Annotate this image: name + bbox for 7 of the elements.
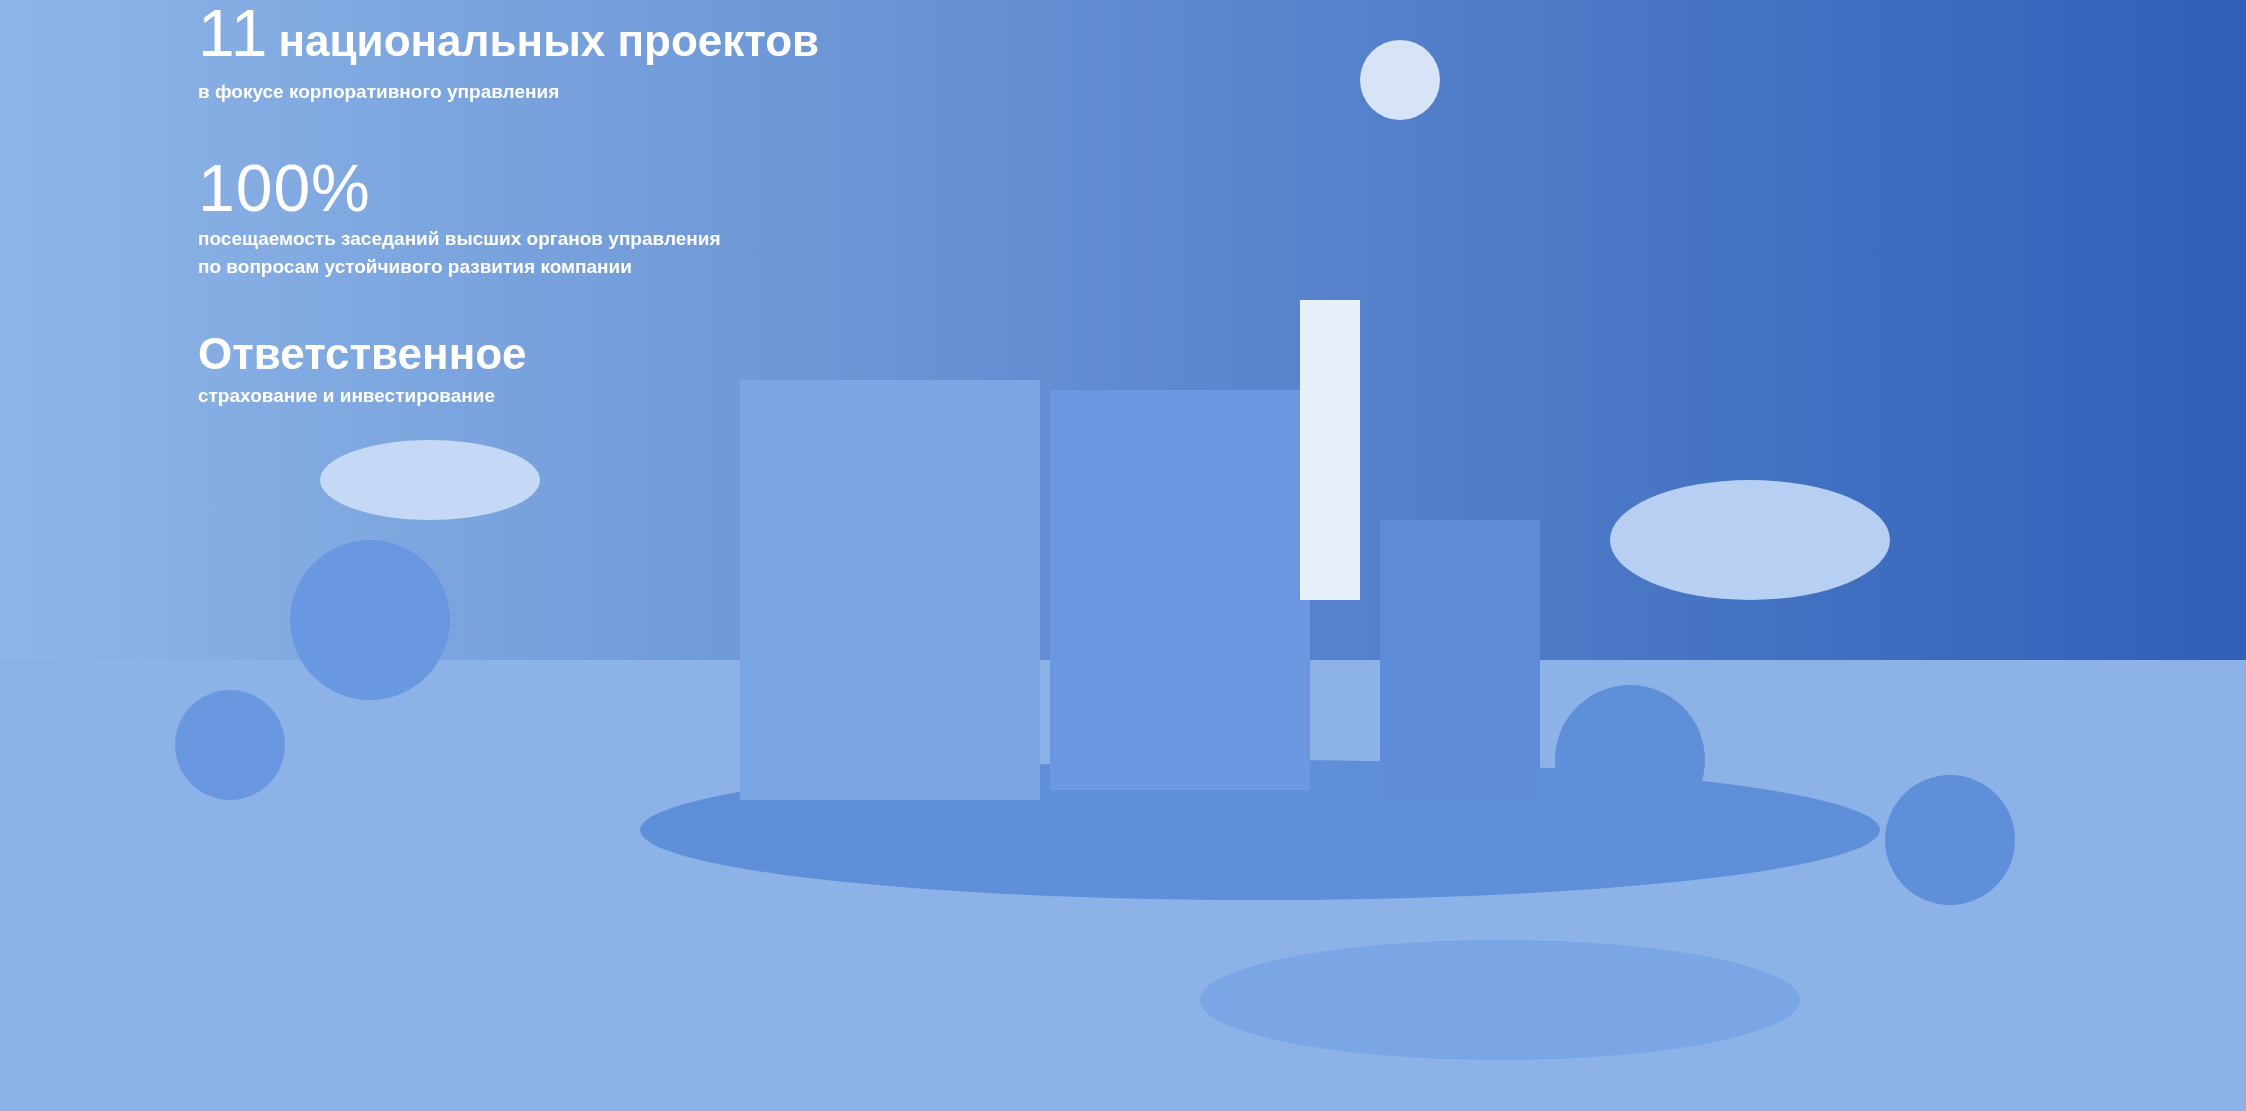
stat-value: 11	[198, 0, 269, 66]
stat-caption: в фокусе корпоративного управления	[198, 80, 561, 104]
stat-label: национальных проектов	[278, 15, 820, 67]
stat-value: Ответственное	[198, 329, 527, 378]
stat-caption: страхование и инвестирование	[198, 383, 497, 408]
stat-value: 100%	[198, 154, 371, 221]
stat-caption: посещаемость заседаний высших органов управления по вопросам устойчивого развития компании	[198, 226, 722, 279]
